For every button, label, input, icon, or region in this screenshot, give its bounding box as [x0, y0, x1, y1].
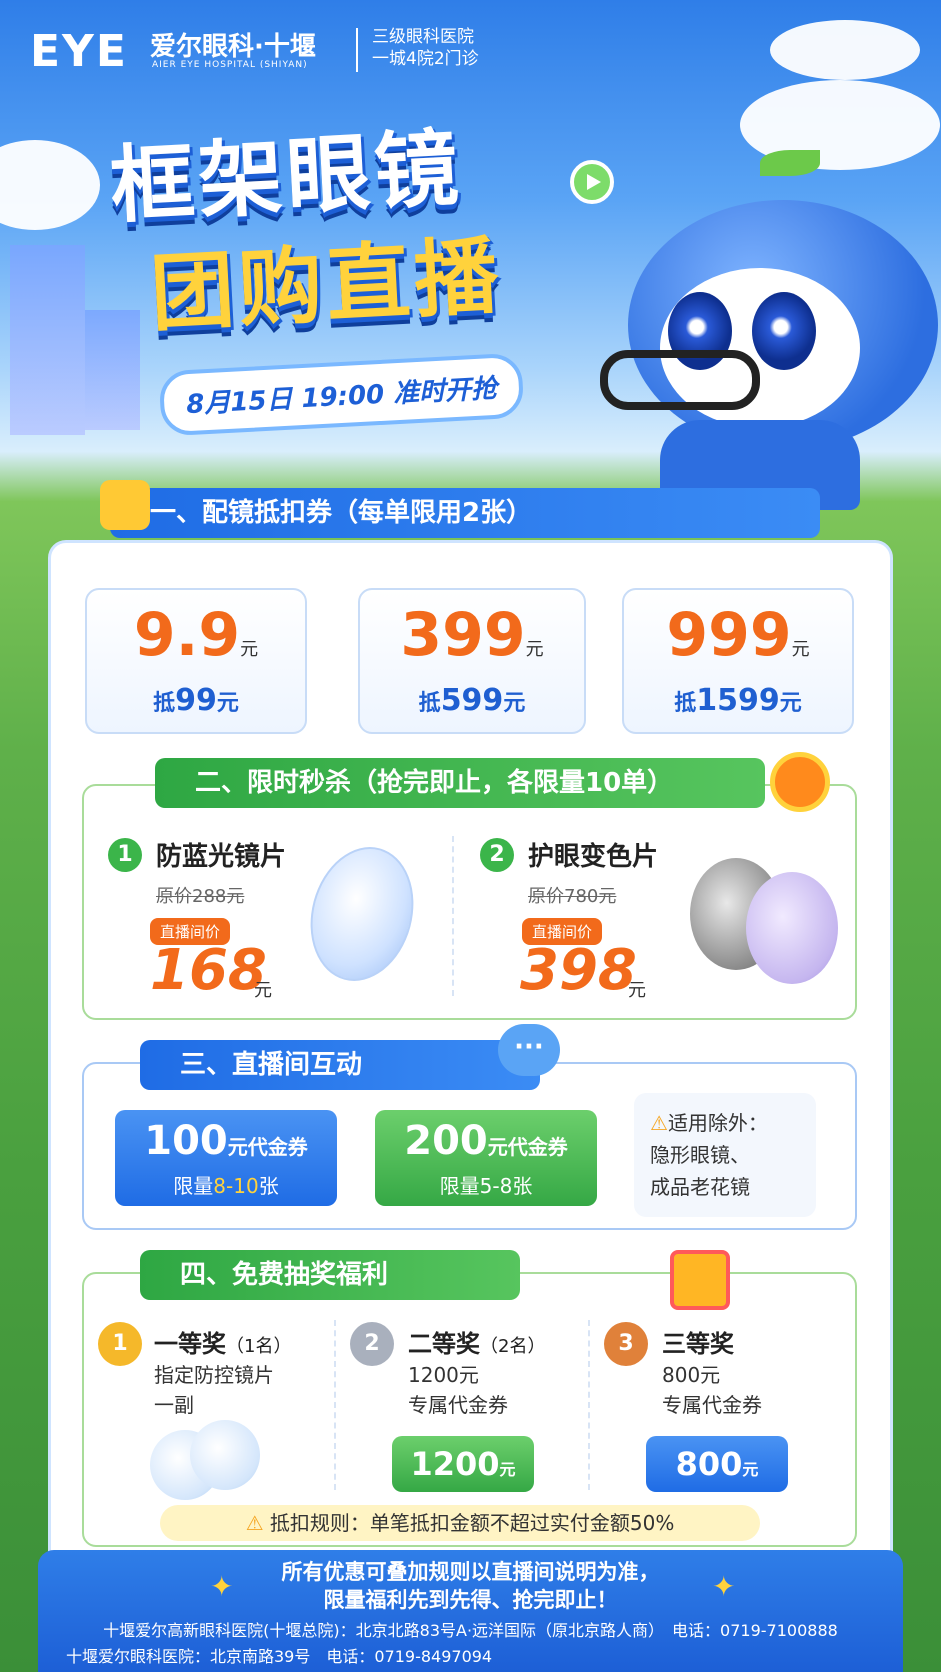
footer-address2: 十堰爱尔眼科医院：北京南路39号 电话：0719-8497094	[66, 1647, 493, 1666]
hospital-name: 爱尔眼科·十堰	[150, 32, 316, 62]
prize-desc: 1200元 专属代金券	[408, 1363, 508, 1417]
divider	[452, 836, 454, 996]
sparkle-icon: ✦	[210, 1570, 234, 1603]
purple-lens-image	[746, 872, 838, 984]
header-divider	[356, 28, 358, 72]
divider	[588, 1320, 590, 1490]
voucher-card: 100元代金券 限量8-10张	[115, 1110, 337, 1206]
mascot-leaf	[760, 150, 820, 176]
coupon-card: 9.9元 抵99元	[85, 588, 307, 734]
voucher-card: 200元代金券 限量5-8张	[375, 1110, 597, 1206]
exclusion-item: 隐形眼镜、	[650, 1143, 750, 1167]
grade-line2: 一城4院2门诊	[372, 49, 479, 69]
section1-heading: 一、配镜抵扣券（每单限用2张）	[110, 488, 820, 538]
prize-desc: 指定防控镜片 一副	[154, 1363, 274, 1417]
section4-heading: 四、免费抽奖福利	[140, 1250, 520, 1300]
exclusion-item: 成品老花镜	[650, 1175, 750, 1199]
prize-title: 一等奖（1名）	[154, 1330, 292, 1358]
prize-ticket: 800元	[646, 1436, 788, 1492]
cloud	[0, 140, 100, 230]
voucher-limit: 限量5-8张	[439, 1174, 533, 1198]
grade-line1: 三级眼科医院	[372, 27, 474, 47]
coupon-price: 999元	[666, 600, 810, 670]
bronze-medal-icon: 3	[604, 1322, 648, 1366]
prize-title: 二等奖（2名）	[408, 1330, 546, 1358]
warning-icon: ⚠	[245, 1511, 270, 1535]
ticket-icon	[100, 480, 150, 530]
exclusion-note: ⚠适用除外： 隐形眼镜、 成品老花镜	[634, 1093, 816, 1217]
section3-heading: 三、直播间互动	[140, 1040, 540, 1090]
exclusion-title: ⚠适用除外：	[650, 1111, 768, 1135]
hospital-grade: 三级眼科医院 一城4院2门诊	[372, 26, 479, 70]
coupon-card: 999元 抵1599元	[622, 588, 854, 734]
coupon-deduct: 抵99元	[153, 683, 239, 718]
chat-bubble-icon: ···	[498, 1024, 560, 1076]
coupon-card: 399元 抵599元	[358, 588, 586, 734]
coupon-deduct: 抵1599元	[674, 683, 802, 718]
coupon-deduct: 抵599元	[418, 683, 526, 718]
coupon-price: 9.9元	[133, 600, 259, 670]
voucher-limit: 限量8-10张	[173, 1174, 279, 1198]
price-unit: 元	[254, 980, 272, 1001]
live-date: 8月15日 19:00 准时开抢	[158, 352, 525, 437]
building	[10, 245, 85, 435]
item-number: 2	[480, 838, 514, 872]
footer: 所有优惠可叠加规则以直播间说明为准， 限量福利先到先得、抢完即止！ 十堰爱尔高新…	[38, 1550, 903, 1672]
hospital-name-en: AIER EYE HOSPITAL (SHIYAN)	[152, 60, 308, 70]
deduction-rule: ⚠ 抵扣规则：单笔抵扣金额不超过实付金额50%	[160, 1505, 760, 1541]
product-name: 防蓝光镜片	[156, 842, 287, 872]
prize-desc: 800元 专属代金券	[662, 1363, 762, 1417]
warning-icon: ⚠	[650, 1111, 668, 1135]
original-price: 原价288元	[156, 886, 245, 907]
alarm-clock-icon	[770, 752, 830, 812]
building	[85, 310, 140, 430]
mascot-eye	[752, 292, 816, 370]
voucher-amount: 200元代金券	[404, 1118, 568, 1164]
lens-image	[190, 1420, 260, 1490]
voucher-amount: 100元代金券	[144, 1118, 308, 1164]
original-price: 原价780元	[528, 886, 617, 907]
prize-title: 三等奖	[662, 1330, 734, 1358]
footer-note-line1: 所有优惠可叠加规则以直播间说明为准，	[281, 1560, 660, 1584]
main-title-line2: 团购直播	[148, 226, 505, 344]
cloud	[770, 20, 920, 80]
sale-price: 168	[150, 938, 267, 1003]
eye-logo: EYE	[30, 26, 128, 77]
divider	[334, 1320, 336, 1490]
sale-price: 398	[520, 938, 637, 1003]
section2-heading: 二、限时秒杀（抢完即止，各限量10单）	[155, 758, 765, 808]
item-number: 1	[108, 838, 142, 872]
prize-ticket: 1200元	[392, 1436, 534, 1492]
play-icon	[570, 160, 614, 204]
coupon-price: 399元	[400, 600, 544, 670]
footer-note-line2: 限量福利先到先得、抢完即止！	[323, 1588, 618, 1612]
glasses-icon	[600, 350, 760, 410]
footer-address1: 十堰爱尔高新眼科医院(十堰总院)：北京北路83号A·远洋国际（原北京路人商） 电…	[103, 1621, 838, 1640]
sparkle-icon: ✦	[712, 1570, 736, 1603]
price-unit: 元	[628, 980, 646, 1001]
gold-medal-icon: 1	[98, 1322, 142, 1366]
silver-medal-icon: 2	[350, 1322, 394, 1366]
gift-box-icon	[670, 1250, 730, 1310]
product-name: 护眼变色片	[528, 842, 659, 872]
